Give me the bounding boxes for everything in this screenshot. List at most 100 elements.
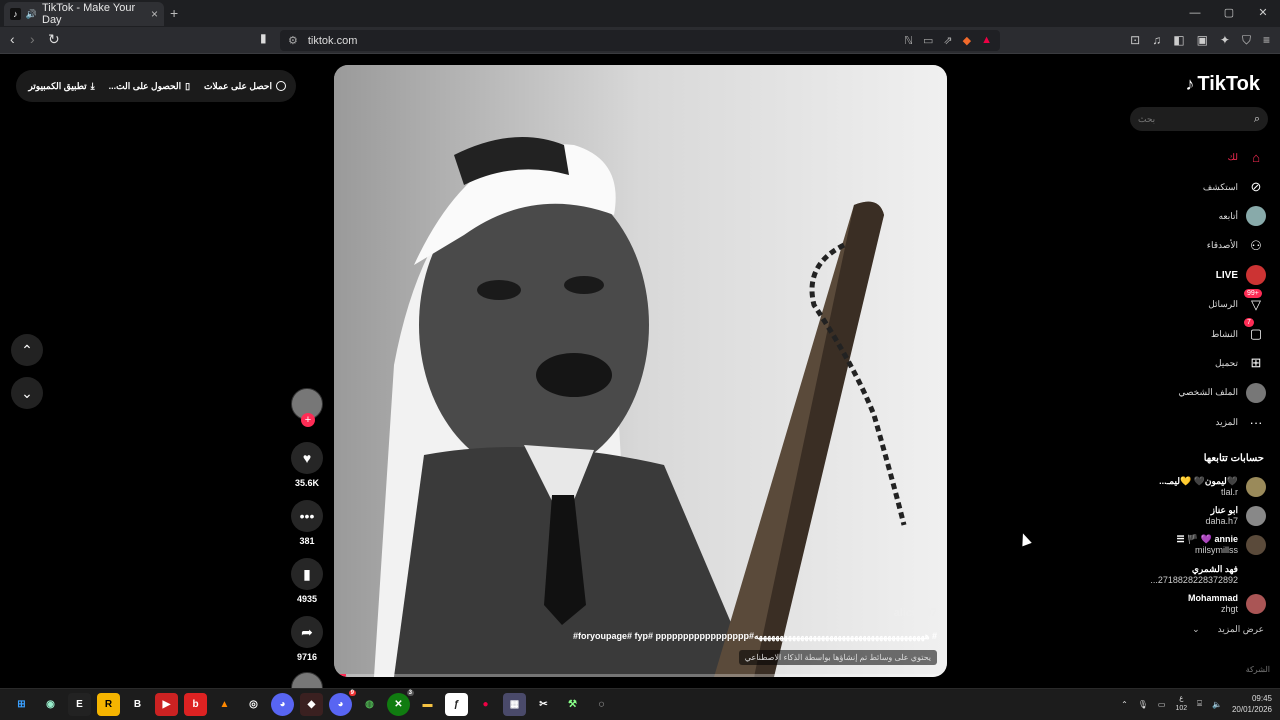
sidebar-item-explore[interactable]: ⊘ استكشف xyxy=(1130,172,1266,201)
sidebar-item-foryou[interactable]: ⌂ لك xyxy=(1130,143,1266,172)
account-handle: 2718828228372892... xyxy=(1150,574,1238,585)
sidebar-item-activity[interactable]: ▢ 7 النشاط xyxy=(1130,318,1266,348)
notepad-icon[interactable]: ƒ xyxy=(445,693,468,716)
company-link[interactable]: الشركة xyxy=(1246,665,1270,674)
comment-icon: ••• xyxy=(299,508,315,524)
battlenet-icon[interactable]: B xyxy=(126,693,149,716)
sidebar-item-friends[interactable]: ⚇ الأصدقاء xyxy=(1130,231,1266,260)
see-more-button[interactable]: عرض المزيد ⌄ xyxy=(1192,624,1264,635)
new-tab-button[interactable]: + xyxy=(170,5,178,21)
chrome-icon[interactable]: ◍ xyxy=(358,693,381,716)
steam-alt-icon[interactable]: ◎ xyxy=(242,693,265,716)
get-app-button[interactable]: ▯ الحصول على الت... xyxy=(109,81,190,92)
xbox-icon[interactable]: ✕ 3 xyxy=(387,690,414,716)
previous-video-button[interactable]: ⌃ xyxy=(11,334,43,366)
file-explorer-icon[interactable]: ▬ xyxy=(416,693,439,716)
sidebar-item-live[interactable]: LIVE xyxy=(1130,261,1266,290)
save-button[interactable]: ▮ xyxy=(291,558,323,590)
loading-icon[interactable]: ◌ xyxy=(590,693,613,716)
game-app-icon[interactable]: ● xyxy=(474,693,497,716)
share-icon[interactable]: ⇗ xyxy=(943,34,952,47)
speaker-icon[interactable]: 🔊 xyxy=(26,9,37,20)
following-avatar xyxy=(1246,206,1266,227)
following-account-item[interactable]: 🖤ليمون🖤 💛ليمـ... tlal.r xyxy=(1130,472,1266,501)
account-name: Mohammad xyxy=(1187,593,1238,604)
brave-shield-icon[interactable]: ◆ xyxy=(963,34,971,47)
cast-icon[interactable]: ▭ xyxy=(923,34,933,47)
snipping-icon[interactable]: ✂ xyxy=(532,693,555,716)
following-account-item[interactable]: فهد الشمري 2718828228372892... xyxy=(1130,560,1266,589)
sidebar-item-following[interactable]: أتابعه xyxy=(1130,202,1266,231)
sidebar-toggle-icon[interactable]: ◧ xyxy=(1173,33,1184,48)
like-button[interactable]: ♥ xyxy=(291,442,323,474)
sidebar-menu: ⌂ لك ⊘ استكشف أتابعه ⚇ الأصدقاء LIVE ▽ +9… xyxy=(1130,143,1266,437)
creator-avatar[interactable]: + xyxy=(291,388,323,427)
leo-ai-icon[interactable]: ✦ xyxy=(1220,33,1230,48)
clock[interactable]: 09:45 20/01/2026 xyxy=(1232,693,1272,715)
reload-button[interactable]: ↻ xyxy=(48,31,60,48)
red-app-icon[interactable]: b xyxy=(184,693,207,716)
video-username[interactable]: alicu297 xyxy=(894,607,937,619)
steam-icon[interactable]: ◉ xyxy=(39,693,62,716)
system-tray: ⌃ 🎙 ▭ ع 102 ⌸ 🔈 09:45 20/01/2026 xyxy=(1121,693,1272,715)
get-coins-button[interactable]: احصل على عملات xyxy=(204,81,286,92)
menu-icon[interactable]: ≡ xyxy=(1263,33,1270,48)
sidebar-item-more[interactable]: ··· المزيد xyxy=(1130,408,1266,437)
translate-icon[interactable]: ℕ xyxy=(904,34,913,47)
video-player[interactable]: alicu297 #foryoupage# fyp# ppppppppppppp… xyxy=(334,65,947,677)
language-indicator[interactable]: ع 102 xyxy=(1175,694,1187,714)
windows-taskbar: ⊞ ◉ E R B ▶ b ▲ ◎ ◕ ◆ ◕ 9 ◍ ✕ 3 ▬ ƒ ● ▦ ✂ … xyxy=(0,688,1280,720)
maximize-button[interactable]: ▢ xyxy=(1212,0,1246,27)
search-input[interactable]: بحث ⌕ xyxy=(1130,107,1268,131)
following-account-item[interactable]: Mohammad zhgt xyxy=(1130,590,1266,619)
vlc-icon[interactable]: ▲ xyxy=(213,693,236,716)
account-handle: zhgt xyxy=(1220,604,1238,615)
sidebar-item-upload[interactable]: ⊞ تحميل xyxy=(1130,349,1266,378)
desktop-app-button[interactable]: ⤓ تطبيق الكمبيوتر xyxy=(28,81,94,92)
network-icon[interactable]: ⌸ xyxy=(1197,699,1202,709)
display-icon[interactable]: ▭ xyxy=(1158,700,1166,709)
site-info-icon[interactable]: ⚙ xyxy=(288,34,298,47)
next-video-button[interactable]: ⌄ xyxy=(11,377,43,409)
rockstar-icon[interactable]: R xyxy=(97,693,120,716)
bookmark-icon[interactable]: ▮ xyxy=(260,31,267,45)
follow-plus-icon[interactable]: + xyxy=(301,413,315,427)
epic-games-icon[interactable]: E xyxy=(68,693,91,716)
following-account-item[interactable]: annie 💜 🏴 ☰ milsymillss xyxy=(1130,531,1266,560)
media-icon[interactable]: ♫ xyxy=(1152,33,1161,48)
microphone-icon[interactable]: 🎙 xyxy=(1138,700,1148,709)
minimize-button[interactable]: — xyxy=(1178,0,1212,27)
brave-rewards-icon[interactable]: ▲ xyxy=(981,34,992,47)
logo-text: TikTok xyxy=(1197,73,1260,95)
tray-overflow-icon[interactable]: ⌃ xyxy=(1121,700,1128,709)
discord-icon[interactable]: ◕ xyxy=(271,693,294,716)
forward-button[interactable]: › xyxy=(30,31,35,47)
video-progress-bar[interactable] xyxy=(334,674,947,677)
screenshot-icon[interactable]: ⊡ xyxy=(1130,33,1140,48)
sidebar-item-profile[interactable]: الملف الشخصي xyxy=(1130,378,1266,407)
volume-icon[interactable]: 🔈 xyxy=(1212,700,1222,709)
tiktok-logo[interactable]: ♪ TikTok xyxy=(1185,73,1260,96)
account-handle: tlal.r xyxy=(1220,486,1238,497)
account-name: ابو عناز xyxy=(1210,505,1238,516)
discord-ptb-icon[interactable]: ◕ 9 xyxy=(329,690,356,716)
address-bar[interactable]: ⚙ tiktok.com ℕ ▭ ⇗ ◆ ▲ xyxy=(280,30,1000,51)
tab-close-icon[interactable]: × xyxy=(151,7,158,21)
video-caption[interactable]: #foryoupage# fyp# ppppppppppppppppp#‏ هه… xyxy=(573,631,937,642)
following-account-item[interactable]: ابو عناز daha.h7 xyxy=(1130,501,1266,530)
account-avatar xyxy=(1246,594,1266,615)
browser-tab[interactable]: ♪ 🔊 TikTok - Make Your Day × xyxy=(4,2,164,26)
search-icon[interactable]: ⌕ xyxy=(1254,113,1260,126)
brave-browser-icon[interactable]: ◆ xyxy=(300,693,323,716)
back-button[interactable]: ‹ xyxy=(10,31,15,47)
share-button[interactable]: ➦ xyxy=(291,616,323,648)
toolbox-icon[interactable]: ▦ xyxy=(503,693,526,716)
sidebar-item-messages[interactable]: ▽ +99 الرسائل xyxy=(1130,288,1266,319)
terminal-icon[interactable]: ⚒ xyxy=(561,693,584,716)
wallet-icon[interactable]: ▣ xyxy=(1197,33,1208,48)
windows-start-icon[interactable]: ⊞ xyxy=(10,693,33,716)
video-app-icon[interactable]: ▶ xyxy=(155,693,178,716)
vpn-icon[interactable]: ⛉ xyxy=(1242,33,1251,48)
close-window-button[interactable]: ✕ xyxy=(1246,0,1280,27)
comment-button[interactable]: ••• xyxy=(291,500,323,532)
